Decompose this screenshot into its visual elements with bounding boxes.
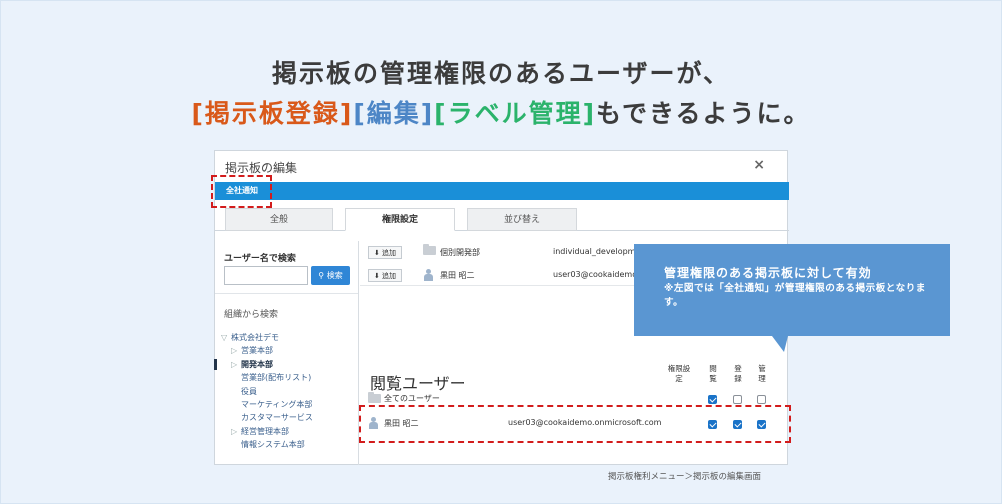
highlight-user-row xyxy=(359,405,791,443)
permission-table-header: 閲覧ユーザー 権限設定 閲覧 登録 管理 xyxy=(360,360,788,393)
search-pane: ユーザー名で検索 ⚲ 検索 組織から検索 ▽ 株式会社デモ ▷ 営業本部 ▷ 開発本部… xyxy=(214,241,359,465)
tree-node-company[interactable]: ▽ 株式会社デモ xyxy=(221,331,313,344)
org-tree: ▽ 株式会社デモ ▷ 営業本部 ▷ 開発本部 営業部(配布リスト) 役員 マーケティン… xyxy=(221,331,313,452)
tree-node-management[interactable]: ▷ 経営管理本部 xyxy=(221,425,313,438)
chevron-down-icon: ▽ xyxy=(221,333,228,342)
board-header-bar: 全社通知 xyxy=(215,182,789,200)
col-manage: 管理 xyxy=(758,364,766,383)
callout-title: 管理権限のある掲示板に対して有効 xyxy=(664,266,872,280)
add-button[interactable]: ⬇ 追加 xyxy=(368,269,402,282)
person-icon xyxy=(423,269,433,283)
download-icon: ⬇ xyxy=(373,272,380,280)
user-search-input[interactable] xyxy=(224,266,308,285)
search-icon: ⚲ xyxy=(318,271,327,280)
tree-node-marketing[interactable]: マーケティング本部 xyxy=(221,398,313,411)
group-name: 個別開発部 xyxy=(440,248,480,257)
manage-checkbox[interactable] xyxy=(757,395,766,404)
tree-node-sales-dist[interactable]: 営業部(配布リスト) xyxy=(221,371,313,384)
tree-node-cs[interactable]: カスタマーサービス xyxy=(221,411,313,424)
search-button-label: 検索 xyxy=(326,271,343,280)
search-button[interactable]: ⚲ 検索 xyxy=(311,266,350,285)
tab-permissions[interactable]: 権限設定 xyxy=(345,208,455,231)
dialog-title: 掲示板の編集 xyxy=(225,161,298,175)
image-caption: 掲示板権利メニュー＞掲示板の編集画面 xyxy=(608,472,762,482)
folder-icon xyxy=(368,392,381,405)
chevron-right-icon: ▷ xyxy=(231,426,238,436)
headline-label-manage: [ラベル管理] xyxy=(434,99,597,128)
col-register: 登録 xyxy=(734,364,742,383)
divider xyxy=(215,293,358,294)
user-email: user03@cookaidemo xyxy=(553,270,638,279)
tab-general[interactable]: 全般 xyxy=(225,208,333,231)
tree-node-sales-hq[interactable]: ▷ 営業本部 xyxy=(221,344,313,357)
headline: 掲示板の管理権限のあるユーザーが、 [掲示板登録][編集][ラベル管理]もできる… xyxy=(0,54,1002,130)
add-button[interactable]: ⬇ 追加 xyxy=(368,246,402,259)
headline-line1: 掲示板の管理権限のあるユーザーが、 xyxy=(271,59,730,88)
user-name: 黒田 昭二 xyxy=(440,271,475,280)
headline-line2: [掲示板登録][編集][ラベル管理]もできるように。 xyxy=(0,94,1002,130)
tree-node-is[interactable]: 情報システム本部 xyxy=(221,438,313,451)
close-icon[interactable]: × xyxy=(753,157,765,173)
chevron-right-icon: ▷ xyxy=(231,346,238,356)
all-users-label: 全てのユーザー xyxy=(384,394,440,403)
headline-tail: もできるように。 xyxy=(596,99,811,128)
callout-note: ※左図では「全社通知」が管理権限のある掲示板となります。 xyxy=(664,283,926,308)
headline-register: [掲示板登録] xyxy=(191,99,354,128)
search-by-name-title: ユーザー名で検索 xyxy=(224,254,296,264)
info-callout: 管理権限のある掲示板に対して有効 ※左図では「全社通知」が管理権限のある掲示板と… xyxy=(634,244,950,352)
view-checkbox[interactable] xyxy=(708,395,717,404)
selected-indicator xyxy=(214,359,217,370)
headline-edit: [編集] xyxy=(353,99,435,128)
register-checkbox[interactable] xyxy=(733,395,742,404)
chevron-right-icon: ▷ xyxy=(231,359,238,369)
col-permission-setting: 権限設定 xyxy=(667,364,691,383)
download-icon: ⬇ xyxy=(373,249,380,257)
highlight-board-name xyxy=(211,175,272,208)
tab-bar: 全般 権限設定 並び替え xyxy=(215,208,789,231)
tree-node-dev-hq[interactable]: ▷ 開発本部 xyxy=(221,358,313,371)
group-email: individual_developm xyxy=(553,247,636,256)
col-view: 閲覧 xyxy=(709,364,717,383)
org-search-title: 組織から検索 xyxy=(224,310,279,320)
tree-node-officers[interactable]: 役員 xyxy=(221,385,313,398)
tab-sort[interactable]: 並び替え xyxy=(467,208,577,231)
folder-icon xyxy=(423,244,436,257)
